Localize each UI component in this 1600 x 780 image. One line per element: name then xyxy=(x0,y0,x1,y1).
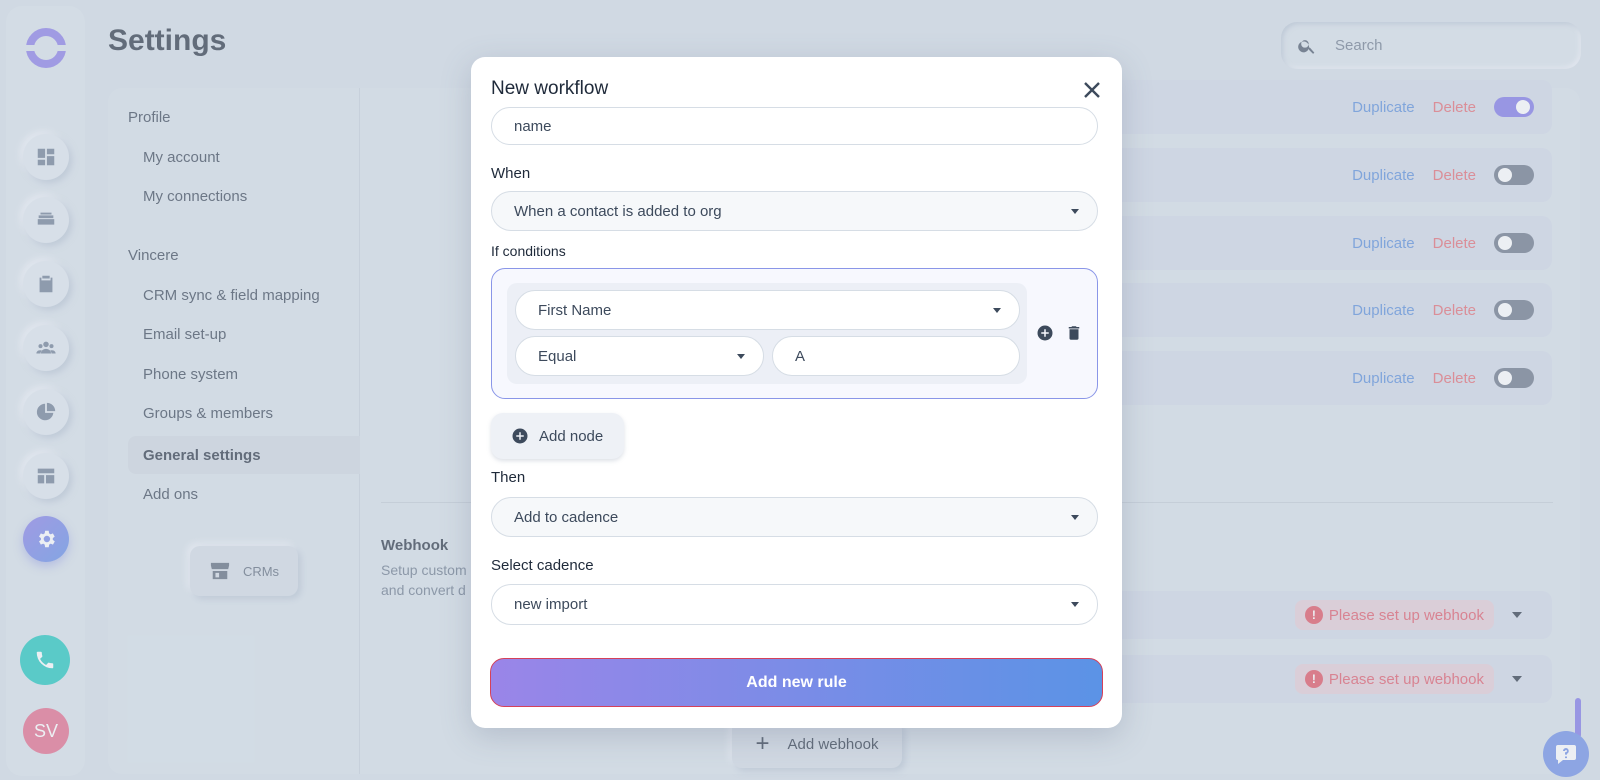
cadence-select-value: new import xyxy=(514,596,588,613)
close-button[interactable] xyxy=(1080,78,1104,102)
condition-field-value: First Name xyxy=(538,301,612,319)
modal-title: New workflow xyxy=(491,78,609,99)
chevron-down-icon xyxy=(1071,602,1079,607)
then-select-value: Add to cadence xyxy=(514,508,619,526)
chevron-down-icon xyxy=(737,354,745,359)
then-select[interactable]: Add to cadence xyxy=(491,497,1098,537)
condition-node: First Name Equal A xyxy=(507,283,1027,384)
close-icon xyxy=(1084,82,1100,98)
trash-glyph xyxy=(1068,326,1080,340)
trash-icon[interactable] xyxy=(1065,324,1083,342)
condition-value-input[interactable]: A xyxy=(772,336,1020,376)
condition-field-select[interactable]: First Name xyxy=(515,290,1020,330)
condition-operator-select[interactable]: Equal xyxy=(515,336,764,376)
when-label: When xyxy=(491,165,531,182)
cadence-select[interactable]: new import xyxy=(491,584,1098,625)
then-label: Then xyxy=(491,469,526,486)
new-workflow-modal: New workflow name When When a contact is… xyxy=(471,57,1122,728)
condition-value-text: A xyxy=(795,347,806,365)
condition-operator-value: Equal xyxy=(538,347,577,365)
chevron-down-icon xyxy=(993,308,1001,313)
chevron-down-icon xyxy=(1071,515,1079,520)
add-condition-icon[interactable] xyxy=(1036,324,1054,342)
when-select[interactable]: When a contact is added to org xyxy=(491,191,1098,231)
add-node-label: Add node xyxy=(539,427,604,445)
if-conditions-label: If conditions xyxy=(491,243,566,259)
conditions-box: First Name Equal A xyxy=(491,268,1098,399)
add-new-rule-button[interactable]: Add new rule xyxy=(490,658,1103,707)
chevron-down-icon xyxy=(1071,209,1079,214)
select-cadence-label: Select cadence xyxy=(491,557,594,574)
add-node-button[interactable]: Add node xyxy=(491,413,624,459)
plus-circle-icon xyxy=(512,428,528,444)
plus-circle-glyph xyxy=(1037,325,1053,341)
workflow-name-input[interactable]: name xyxy=(491,107,1098,145)
when-select-value: When a contact is added to org xyxy=(514,202,722,220)
